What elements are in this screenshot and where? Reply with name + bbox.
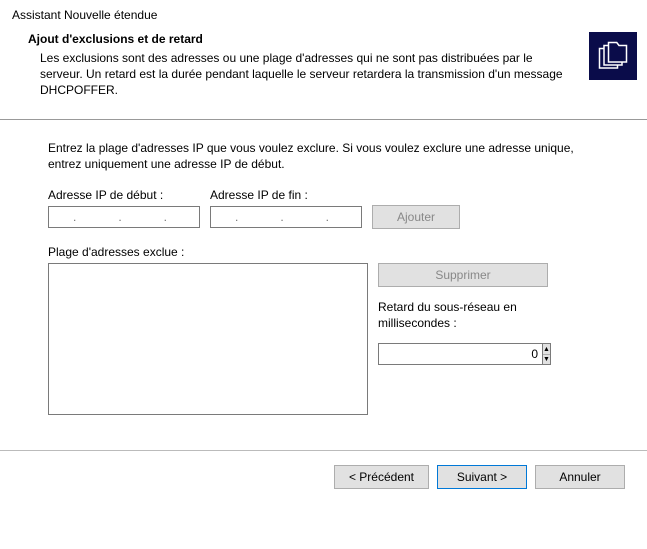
cancel-button[interactable]: Annuler xyxy=(535,465,625,489)
remove-button[interactable]: Supprimer xyxy=(378,263,548,287)
spinner-up-button[interactable]: ▲ xyxy=(543,344,550,355)
header-title: Ajout d'exclusions et de retard xyxy=(28,32,577,46)
start-ip-group: Adresse IP de début : xyxy=(48,188,200,228)
delay-input[interactable] xyxy=(378,343,543,365)
excluded-row: Supprimer Retard du sous-réseau en milli… xyxy=(48,263,605,415)
add-button-group: Ajouter xyxy=(372,188,460,229)
header-description: Les exclusions sont des adresses ou une … xyxy=(28,50,577,99)
scope-folder-icon xyxy=(589,32,637,80)
spinner-buttons: ▲ ▼ xyxy=(543,343,551,365)
spinner-down-button[interactable]: ▼ xyxy=(543,355,550,365)
end-ip-input[interactable] xyxy=(210,206,362,228)
back-button[interactable]: < Précédent xyxy=(334,465,429,489)
start-ip-input[interactable] xyxy=(48,206,200,228)
intro-text: Entrez la plage d'adresses IP que vous v… xyxy=(48,140,605,172)
title-text: Assistant Nouvelle étendue xyxy=(12,8,157,22)
right-column: Supprimer Retard du sous-réseau en milli… xyxy=(378,263,548,365)
excluded-range-label: Plage d'adresses exclue : xyxy=(48,245,605,259)
wizard-footer: < Précédent Suivant > Annuler xyxy=(0,450,647,503)
next-button[interactable]: Suivant > xyxy=(437,465,527,489)
header-text: Ajout d'exclusions et de retard Les excl… xyxy=(28,32,589,99)
end-ip-group: Adresse IP de fin : xyxy=(210,188,362,228)
wizard-window: Assistant Nouvelle étendue Ajout d'exclu… xyxy=(0,0,647,503)
delay-spinner: ▲ ▼ xyxy=(378,343,466,365)
wizard-header: Ajout d'exclusions et de retard Les excl… xyxy=(0,26,647,120)
ip-range-row: Adresse IP de début : Adresse IP de fin … xyxy=(48,188,605,229)
add-button[interactable]: Ajouter xyxy=(372,205,460,229)
end-ip-label: Adresse IP de fin : xyxy=(210,188,362,202)
window-title: Assistant Nouvelle étendue xyxy=(0,0,647,26)
excluded-range-list[interactable] xyxy=(48,263,368,415)
delay-label: Retard du sous-réseau en millisecondes : xyxy=(378,299,548,331)
wizard-body: Entrez la plage d'adresses IP que vous v… xyxy=(0,120,647,450)
start-ip-label: Adresse IP de début : xyxy=(48,188,200,202)
